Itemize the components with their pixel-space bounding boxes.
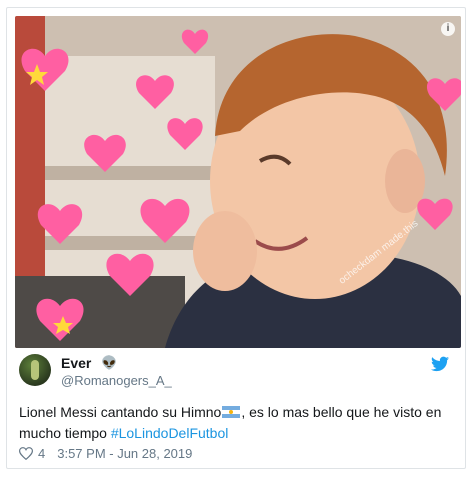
like-count: 4 (38, 446, 46, 461)
tweet-footer: 4 3:57 PM - Jun 28, 2019 (19, 446, 192, 461)
heart-icon[interactable] (19, 447, 33, 460)
info-icon[interactable]: i (441, 22, 455, 36)
tweet-text: Lionel Messi cantando su Himno, es lo ma… (19, 402, 451, 444)
alien-emoji-icon: 👽 (101, 355, 118, 370)
argentina-flag-icon (222, 406, 241, 418)
tweet-header: Ever 👽 @Romanogers_A_ (19, 354, 451, 394)
twitter-bird-icon[interactable] (431, 356, 449, 372)
boy-with-hearts-image (15, 16, 461, 348)
user-handle[interactable]: @Romanogers_A_ (61, 373, 172, 388)
tweet-photo[interactable]: i ocheckdam made.this (15, 16, 461, 348)
tweet-text-part1: Lionel Messi cantando su Himno (19, 404, 222, 420)
hashtag-link[interactable]: #LoLindoDelFutbol (111, 425, 229, 441)
tweet-card: i ocheckdam made.this Ever 👽 @Romanogers… (6, 7, 466, 469)
avatar[interactable] (19, 354, 51, 386)
display-name[interactable]: Ever (61, 355, 91, 371)
timestamp[interactable]: 3:57 PM - Jun 28, 2019 (57, 446, 192, 461)
